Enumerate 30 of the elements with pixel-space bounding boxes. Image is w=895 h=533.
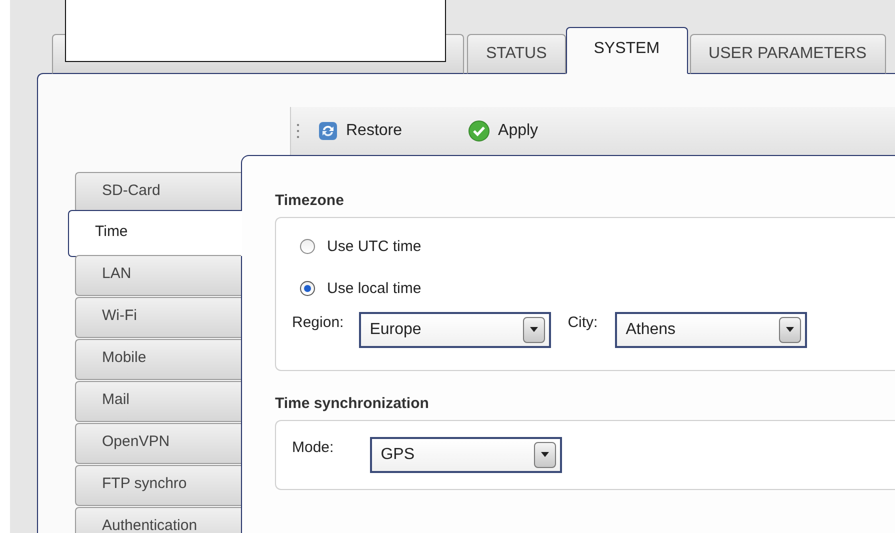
dropdown-icon: [522, 317, 545, 343]
side-tab[interactable]: OpenVPN: [75, 423, 241, 464]
tab[interactable]: STATUS: [467, 34, 566, 74]
side-tab[interactable]: LAN: [75, 255, 241, 296]
field-label: Region:: [292, 314, 344, 331]
side-tab[interactable]: SD-Card: [75, 172, 241, 213]
section-title: Timezone: [275, 192, 345, 209]
refresh-icon: [318, 121, 338, 141]
tab[interactable]: USER PARAMETERS: [690, 34, 886, 74]
dropdown-icon: [778, 317, 801, 343]
restore-button[interactable]: Restore: [312, 117, 408, 145]
field-label: Mode:: [292, 439, 334, 456]
side-tab[interactable]: Time: [68, 210, 242, 257]
tab[interactable]: SYSTEM: [566, 27, 688, 74]
grip-icon: [297, 124, 300, 138]
radio-option[interactable]: Use UTC time: [300, 232, 460, 260]
side-tab[interactable]: Mobile: [75, 339, 241, 380]
side-tab[interactable]: Authentication: [75, 507, 241, 533]
radio-option[interactable]: Use local time: [300, 274, 460, 302]
region-dropdown[interactable]: Europe: [358, 312, 551, 348]
check-icon: [468, 120, 490, 142]
side-tab[interactable]: Wi-Fi: [75, 297, 241, 338]
side-tab[interactable]: Mail: [75, 381, 241, 422]
dropdown-icon: [534, 442, 556, 468]
apply-button[interactable]: Apply: [462, 116, 544, 146]
field-label: City:: [568, 314, 598, 331]
mode-dropdown[interactable]: GPS: [370, 437, 562, 473]
section-title: Time synchronization: [275, 395, 430, 412]
side-tab[interactable]: FTP synchro: [75, 465, 241, 506]
city-dropdown[interactable]: Athens: [614, 312, 807, 348]
